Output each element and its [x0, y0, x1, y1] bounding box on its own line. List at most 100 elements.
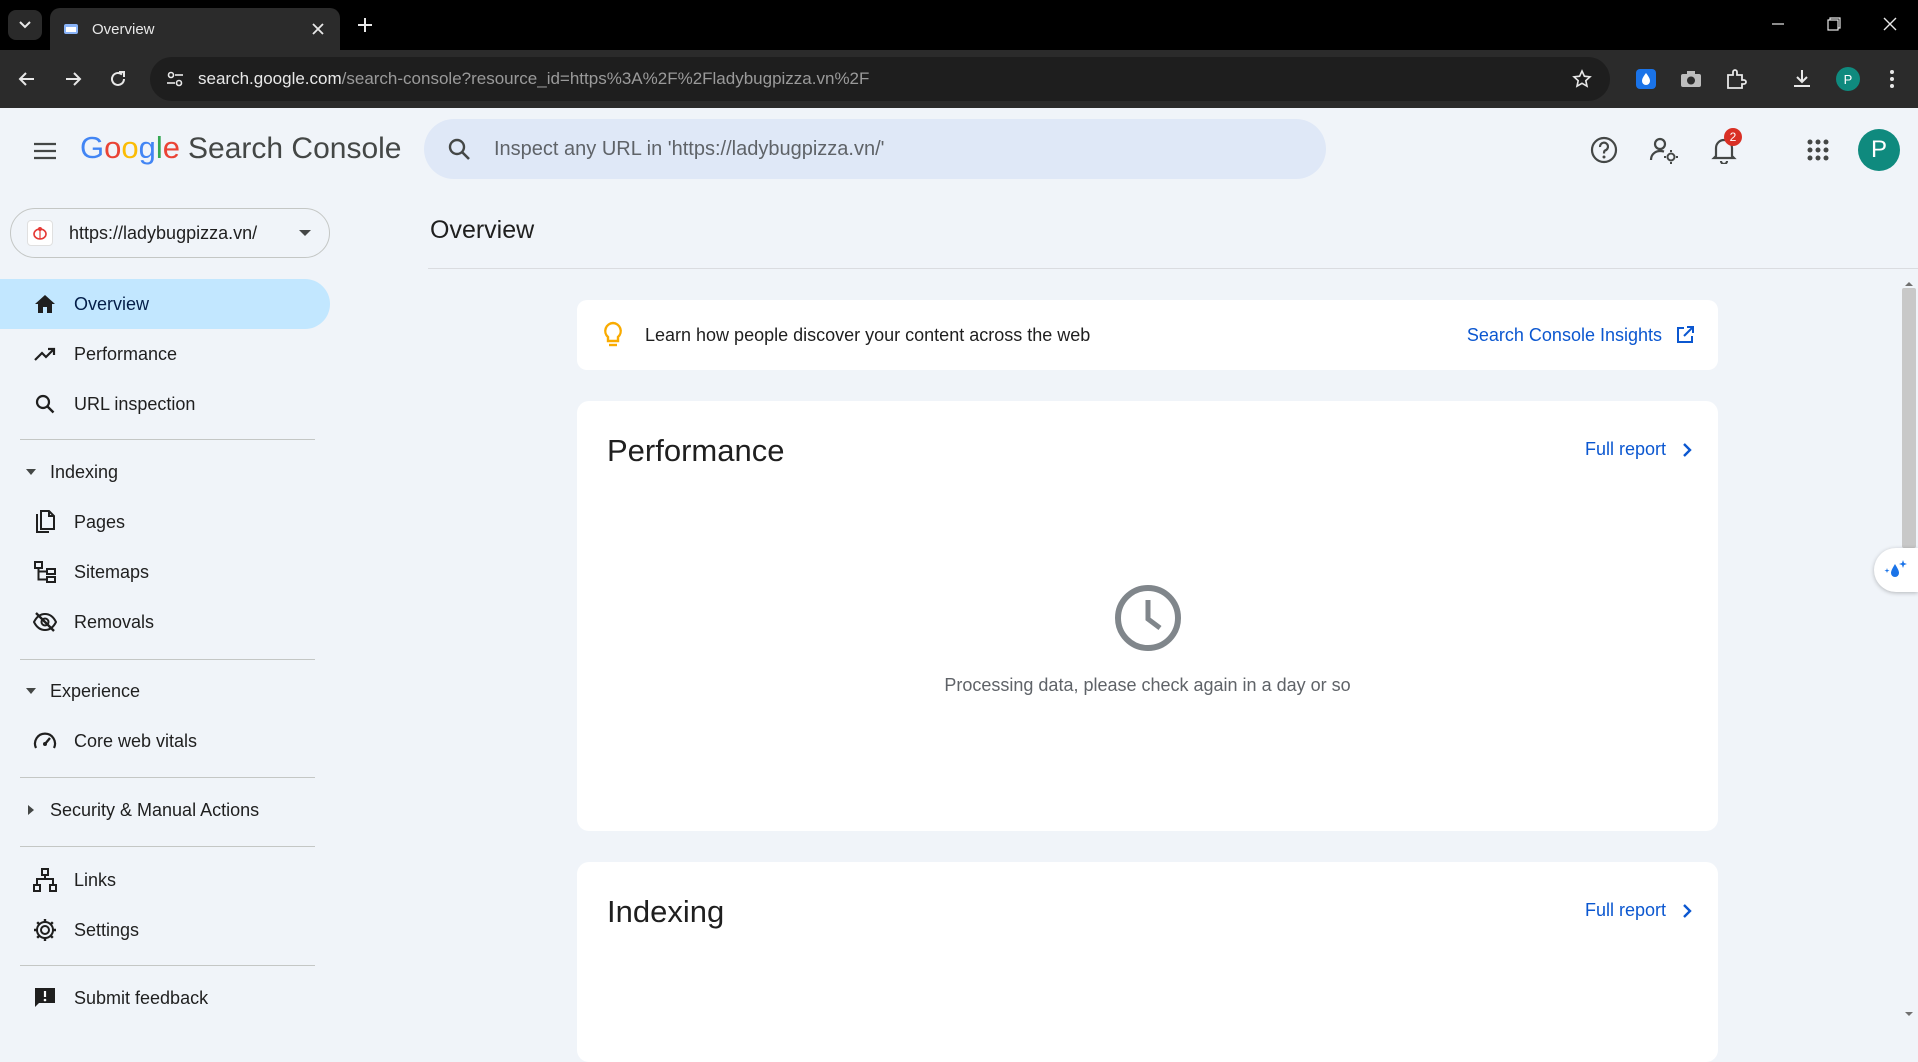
inspect-url-input[interactable]	[494, 137, 1254, 161]
extensions-puzzle-icon[interactable]	[1722, 65, 1750, 93]
chevron-down-icon	[19, 21, 31, 29]
tab-search-button[interactable]	[8, 10, 42, 40]
help-icon[interactable]	[1586, 132, 1622, 168]
full-report-label: Full report	[1584, 439, 1666, 459]
logo-letter: o	[121, 130, 139, 165]
sidebar-item-url-inspection[interactable]: URL inspection	[0, 379, 330, 429]
insights-link-label: Search Console Insights	[1466, 324, 1662, 345]
sidebar-item-label: Settings	[74, 919, 140, 940]
address-bar[interactable]: search.google.com/search-console?resourc…	[150, 57, 1610, 101]
url-inspection-search[interactable]	[424, 119, 1326, 179]
close-window-button[interactable]	[1862, 0, 1918, 48]
arrow-forward-icon	[66, 72, 82, 86]
url-path: /search-console?resource_id=https%3A%2F%…	[341, 69, 870, 88]
logo-letter: g	[138, 130, 156, 165]
chevron-right-icon	[1678, 902, 1696, 920]
reload-icon	[111, 71, 125, 86]
app-header: Google Search Console 2 P	[0, 108, 1918, 192]
sidebar-section-security[interactable]: Security & Manual Actions	[0, 788, 330, 832]
manage-users-icon[interactable]	[1646, 132, 1682, 168]
extension-camera-icon[interactable]	[1677, 65, 1705, 93]
url-host: search.google.com	[198, 69, 342, 88]
sidebar-item-overview[interactable]: Overview	[0, 279, 330, 329]
browser-toolbar: search.google.com/search-console?resourc…	[0, 50, 1918, 108]
sidebar-item-label: Pages	[74, 511, 126, 532]
performance-full-report-link[interactable]: Full report	[1585, 439, 1696, 460]
caret-right-icon	[24, 803, 38, 817]
sidebar-divider	[20, 777, 315, 778]
site-info-icon[interactable]	[164, 68, 186, 90]
sidebar-section-indexing[interactable]: Indexing	[0, 450, 330, 494]
sidebar-item-performance[interactable]: Performance	[0, 329, 330, 379]
processing-message: Processing data, please check again in a…	[944, 675, 1351, 695]
downloads-icon[interactable]	[1788, 65, 1816, 93]
clock-icon	[1113, 583, 1183, 653]
feedback-icon	[32, 985, 58, 1011]
logo-letter: l	[155, 130, 163, 165]
minimize-window-button[interactable]	[1750, 0, 1806, 48]
visibility-off-icon	[32, 609, 58, 635]
sidebar-item-removals[interactable]: Removals	[0, 597, 330, 647]
page-title: Overview	[430, 216, 535, 244]
restore-window-button[interactable]	[1806, 0, 1862, 48]
forward-button[interactable]	[58, 64, 88, 94]
close-tab-icon[interactable]	[308, 19, 328, 39]
sparkle-drop-icon	[1884, 560, 1907, 577]
account-avatar[interactable]: P	[1858, 129, 1900, 171]
reload-button[interactable]	[103, 64, 133, 94]
sidebar-item-settings[interactable]: Settings	[0, 905, 330, 955]
caret-down-icon	[24, 684, 38, 698]
scrollbar-thumb[interactable]	[1902, 288, 1916, 548]
submit-feedback-button[interactable]: Submit feedback	[0, 973, 330, 1023]
sidebar-item-core-web-vitals[interactable]: Core web vitals	[0, 716, 330, 766]
performance-card: Performance Full report Processing data,…	[577, 401, 1718, 831]
sidebar-item-pages[interactable]: Pages	[0, 497, 330, 547]
sidebar: https://ladybugpizza.vn/ Overview Perfor…	[0, 192, 340, 1022]
sidebar-divider	[20, 439, 315, 440]
links-icon	[32, 867, 58, 893]
search-console-logo[interactable]: Google Search Console	[80, 130, 401, 166]
title-divider	[428, 268, 1918, 269]
extension-drop-icon[interactable]	[1632, 65, 1660, 93]
sidebar-item-sitemaps[interactable]: Sitemaps	[0, 547, 330, 597]
minimize-icon	[1772, 23, 1784, 25]
processing-state: Processing data, please check again in a…	[577, 583, 1718, 696]
property-selector[interactable]: https://ladybugpizza.vn/	[10, 208, 330, 258]
gear-icon	[32, 917, 58, 943]
main-menu-button[interactable]	[28, 136, 62, 166]
sidebar-item-label: Removals	[74, 611, 155, 632]
bookmark-star-icon[interactable]	[1570, 67, 1594, 91]
lightbulb-icon	[599, 321, 627, 349]
indexing-full-report-link[interactable]: Full report	[1585, 900, 1696, 921]
performance-card-title: Performance	[607, 433, 785, 468]
back-button[interactable]	[12, 64, 42, 94]
pages-icon	[32, 509, 58, 535]
sidebar-item-label: Performance	[74, 343, 178, 364]
dropdown-arrow-icon	[297, 225, 313, 241]
browser-profile-avatar[interactable]: P	[1836, 67, 1860, 91]
insights-banner: Learn how people discover your content a…	[577, 300, 1718, 370]
sidebar-item-label: Core web vitals	[74, 730, 198, 751]
floating-extension-button[interactable]	[1874, 548, 1918, 592]
sidebar-divider	[20, 659, 315, 660]
indexing-card: Indexing Full report	[577, 862, 1718, 1062]
search-icon	[444, 134, 474, 164]
sidebar-item-label: Submit feedback	[74, 987, 209, 1008]
google-apps-icon[interactable]	[1800, 132, 1836, 168]
logo-letter: e	[162, 130, 181, 165]
search-console-insights-link[interactable]: Search Console Insights	[1467, 324, 1696, 346]
browser-tab-overview[interactable]: Overview	[50, 8, 340, 50]
sidebar-section-experience[interactable]: Experience	[0, 669, 330, 713]
open-in-new-icon	[1674, 324, 1696, 346]
sidebar-divider	[20, 965, 315, 966]
browser-menu-icon[interactable]	[1878, 65, 1906, 93]
search-console-favicon-icon	[62, 20, 80, 38]
scroll-down-arrow-icon[interactable]	[1903, 1008, 1915, 1020]
new-tab-button[interactable]	[352, 12, 378, 38]
logo-letter: o	[104, 130, 122, 165]
hamburger-icon	[34, 142, 56, 160]
caret-down-icon	[24, 465, 38, 479]
close-icon	[1883, 17, 1897, 31]
sidebar-item-label: URL inspection	[74, 393, 196, 414]
sidebar-item-links[interactable]: Links	[0, 855, 330, 905]
